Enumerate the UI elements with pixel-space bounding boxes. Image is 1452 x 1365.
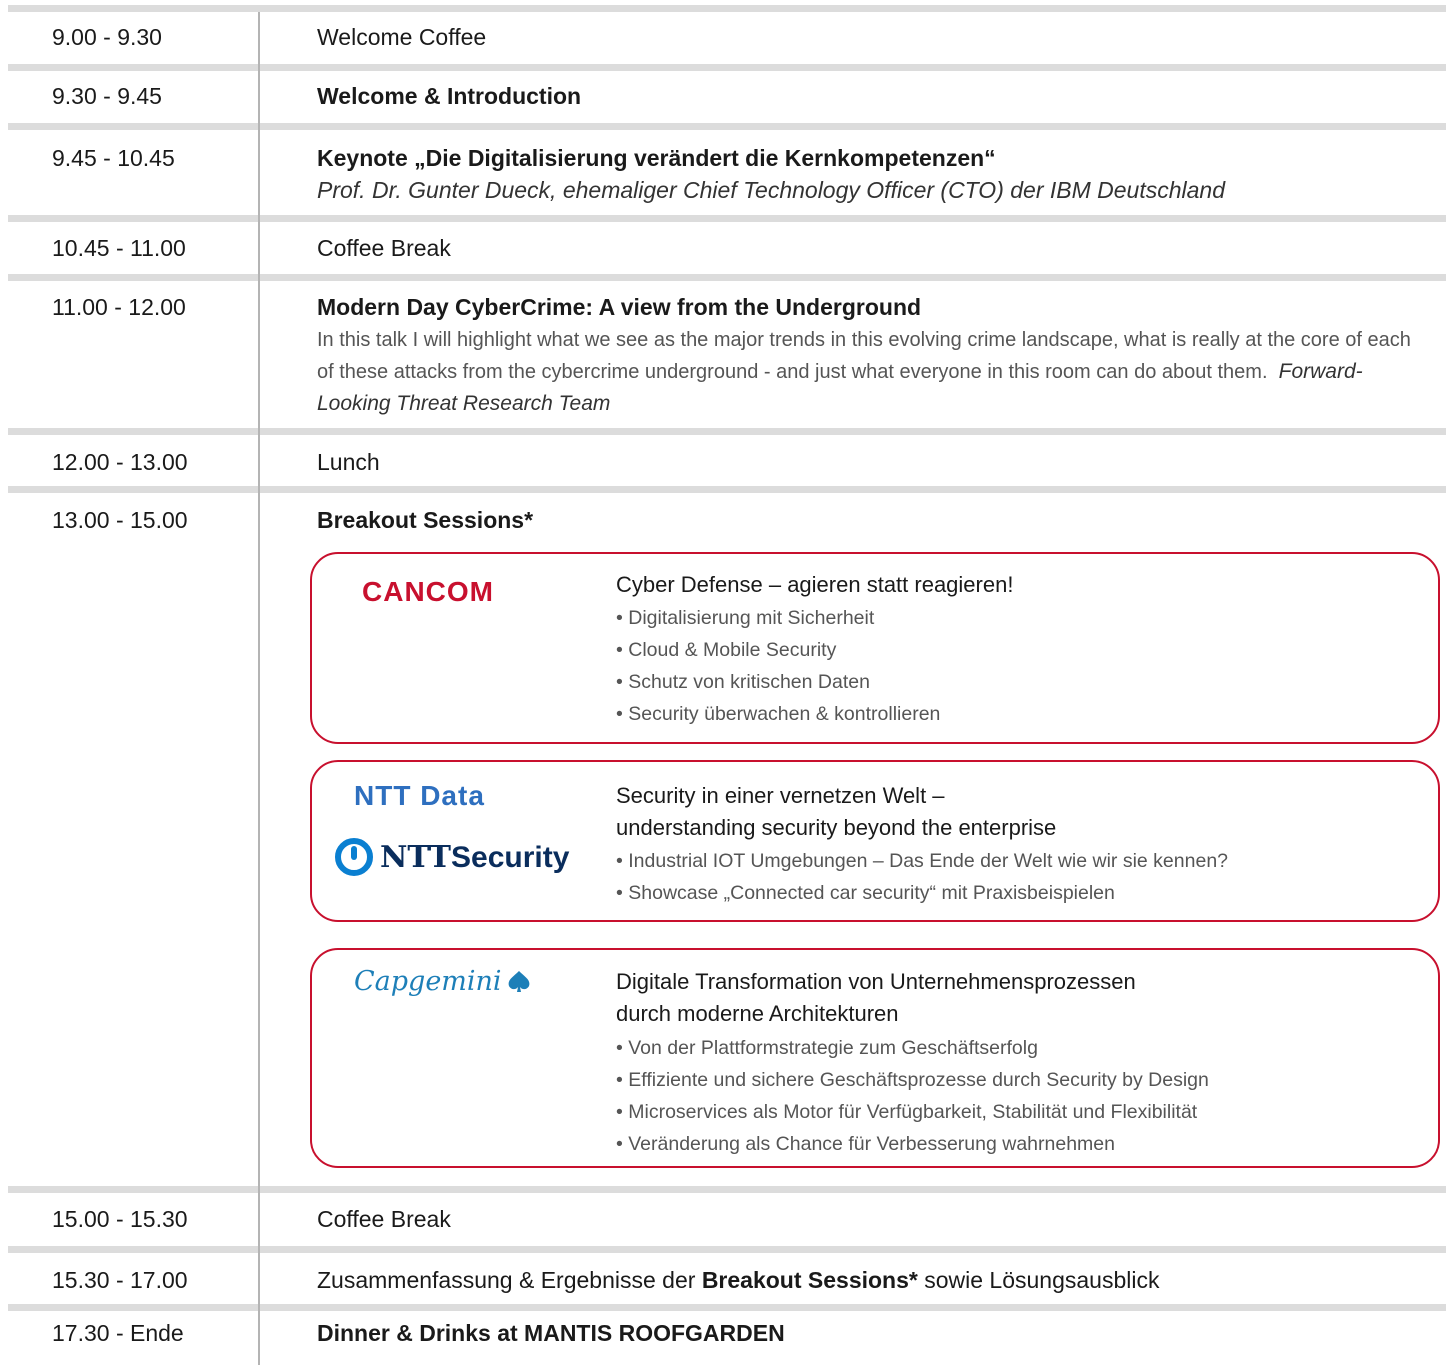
event-title: Lunch xyxy=(317,449,380,475)
capgemini-wordmark: Capgemini xyxy=(354,966,502,997)
event-title: Welcome & Introduction xyxy=(317,83,582,109)
event-description: In this talk I will highlight what we se… xyxy=(317,325,1427,420)
breakout-title: durch moderne Architekturen xyxy=(616,1001,899,1026)
breakout-title: Cyber Defense – agieren statt reagieren! xyxy=(616,572,1014,597)
breakout-bullet: • Cloud & Mobile Security xyxy=(616,639,837,661)
breakout-title: understanding security beyond the enterp… xyxy=(616,815,1057,840)
row-separator xyxy=(8,1186,1446,1193)
ntt-data-logo: NTT Data xyxy=(354,780,485,811)
security-wordmark: Security xyxy=(451,841,570,874)
event-title: Keynote „Die Digitalisierung verändert d… xyxy=(317,145,996,171)
event-title: Breakout Sessions* xyxy=(317,507,534,533)
breakout-bullet: • Veränderung als Chance für Verbesserun… xyxy=(616,1133,1115,1155)
breakout-bullet: • Showcase „Connected car security“ mit … xyxy=(616,882,1115,904)
title-part-bold: Breakout Sessions* xyxy=(701,1267,918,1293)
ntt-security-logo: NTTSecurity xyxy=(380,840,569,875)
breakout-bullet: • Industrial IOT Umgebungen – Das Ende d… xyxy=(616,850,1229,872)
spade-icon xyxy=(508,971,530,992)
ntt-security-icon xyxy=(335,838,373,876)
column-divider xyxy=(258,12,260,1365)
event-speaker: Prof. Dr. Gunter Dueck, ehemaliger Chief… xyxy=(317,177,1226,203)
time-slot: 11.00 - 12.00 xyxy=(52,294,186,320)
capgemini-logo: Capgemini xyxy=(354,966,532,997)
time-slot: 13.00 - 15.00 xyxy=(52,507,188,533)
description-text: In this talk I will highlight what we se… xyxy=(317,329,1411,383)
breakout-card: Capgemini Digitale Transformation von Un… xyxy=(310,948,1440,1168)
event-title: Modern Day CyberCrime: A view from the U… xyxy=(317,294,922,320)
breakout-bullet: • Digitalisierung mit Sicherheit xyxy=(616,607,875,629)
breakout-bullet: • Security überwachen & kontrollieren xyxy=(616,703,941,725)
ntt-wordmark: NTT xyxy=(380,840,452,875)
row-separator xyxy=(8,5,1446,12)
title-part: Zusammenfassung & Ergebnisse der xyxy=(317,1267,702,1293)
breakout-bullet: • Effiziente und sichere Geschäftsprozes… xyxy=(616,1069,1209,1091)
breakout-bullet: • Von der Plattformstrategie zum Geschäf… xyxy=(616,1037,1038,1059)
title-part: sowie Lösungsausblick xyxy=(917,1267,1160,1293)
time-slot: 9.30 - 9.45 xyxy=(52,83,162,109)
event-title: Zusammenfassung & Ergebnisse der Breakou… xyxy=(317,1267,1159,1294)
breakout-card: NTT Data NTTSecurity Security in einer v… xyxy=(310,760,1440,922)
row-separator xyxy=(8,486,1446,493)
time-slot: 9.00 - 9.30 xyxy=(52,24,162,50)
event-title: Welcome Coffee xyxy=(317,24,487,50)
breakout-card: CANCOM Cyber Defense – agieren statt rea… xyxy=(310,552,1440,744)
time-slot: 10.45 - 11.00 xyxy=(52,235,186,261)
row-separator xyxy=(8,123,1446,130)
row-separator xyxy=(8,64,1446,71)
time-slot: 15.00 - 15.30 xyxy=(52,1206,188,1232)
breakout-title: Digitale Transformation von Unternehmens… xyxy=(616,969,1136,994)
event-title: Dinner & Drinks at MANTIS ROOFGARDEN xyxy=(317,1320,785,1346)
row-separator xyxy=(8,428,1446,435)
time-slot: 12.00 - 13.00 xyxy=(52,449,188,475)
time-slot: 17.30 - Ende xyxy=(52,1320,184,1346)
breakout-bullet: • Schutz von kritischen Daten xyxy=(616,671,870,693)
row-separator xyxy=(8,215,1446,222)
time-slot: 15.30 - 17.00 xyxy=(52,1267,188,1293)
row-separator xyxy=(8,274,1446,281)
event-title: Coffee Break xyxy=(317,1206,451,1232)
cancom-logo: CANCOM xyxy=(362,576,494,607)
row-separator xyxy=(8,1246,1446,1253)
breakout-title: Security in einer vernetzen Welt – xyxy=(616,783,945,808)
row-separator xyxy=(8,1304,1446,1311)
time-slot: 9.45 - 10.45 xyxy=(52,145,175,171)
event-title: Coffee Break xyxy=(317,235,451,261)
breakout-bullet: • Microservices als Motor für Verfügbark… xyxy=(616,1101,1198,1123)
